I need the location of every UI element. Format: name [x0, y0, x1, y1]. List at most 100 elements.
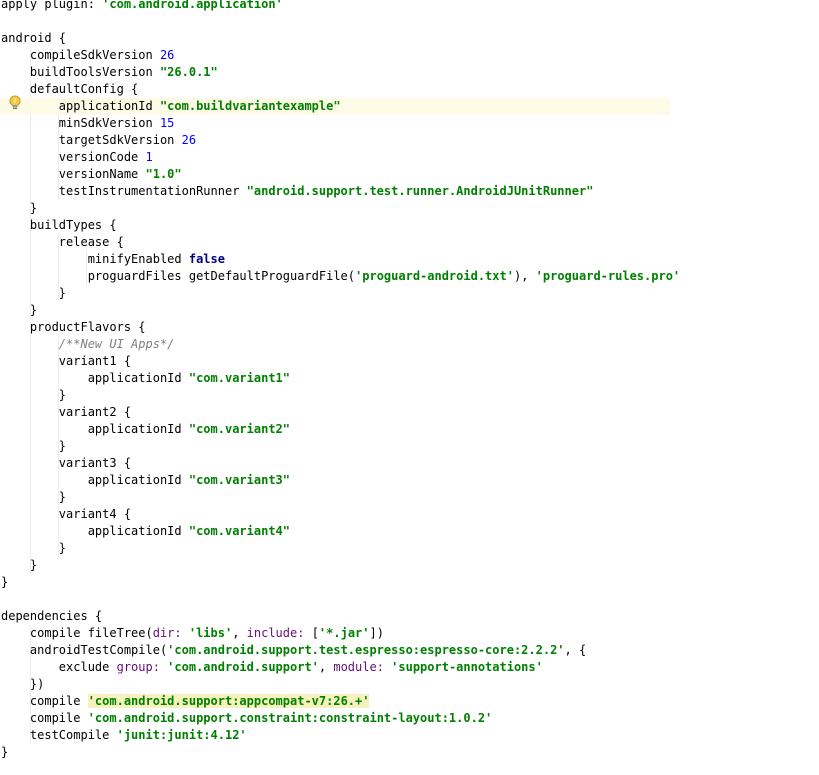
code-token: include:: [246, 626, 312, 640]
code-line-text: }: [1, 744, 8, 761]
code-token: 'com.android.support.constraint:constrai…: [87, 711, 493, 725]
lightbulb-icon[interactable]: [8, 95, 22, 111]
code-line[interactable]: }: [0, 540, 819, 557]
code-token: 'libs': [188, 626, 233, 640]
code-token: 'support-annotations': [391, 660, 543, 674]
code-line[interactable]: }: [0, 200, 819, 217]
code-line[interactable]: [0, 591, 819, 608]
code-token: "com.variant4": [188, 524, 290, 538]
code-token: dependencies {: [1, 609, 103, 623]
code-token: release {: [1, 235, 124, 249]
code-line[interactable]: release {: [0, 234, 819, 251]
code-line[interactable]: versionCode 1: [0, 149, 819, 166]
code-token: productFlavors {: [1, 320, 146, 334]
code-line[interactable]: testInstrumentationRunner "android.suppo…: [0, 183, 819, 200]
code-line[interactable]: }: [0, 744, 819, 761]
code-line[interactable]: variant4 {: [0, 506, 819, 523]
code-line-text: productFlavors {: [1, 319, 146, 336]
code-line[interactable]: dependencies {: [0, 608, 819, 625]
code-line[interactable]: proguardFiles getDefaultProguardFile('pr…: [0, 268, 819, 285]
code-line[interactable]: applicationId "com.variant2": [0, 421, 819, 438]
code-token: compile: [1, 694, 88, 708]
code-token: ,: [318, 660, 334, 674]
code-token: applicationId: [1, 99, 160, 113]
code-line-text: testCompile 'junit:junit:4.12': [1, 727, 247, 744]
code-line[interactable]: minifyEnabled false: [0, 251, 819, 268]
code-line-text: variant1 {: [1, 353, 131, 370]
code-line-text: compile 'com.android.support.constraint:…: [1, 710, 492, 727]
code-line[interactable]: versionName "1.0": [0, 166, 819, 183]
code-line-text: }: [1, 540, 66, 557]
code-token: }: [1, 286, 67, 300]
code-line[interactable]: defaultConfig {: [0, 81, 819, 98]
code-token: buildToolsVersion: [1, 65, 160, 79]
code-line[interactable]: applicationId "com.buildvariantexample": [0, 98, 819, 115]
code-line[interactable]: productFlavors {: [0, 319, 819, 336]
code-token: "com.buildvariantexample": [159, 99, 341, 113]
code-line-text: applicationId "com.buildvariantexample": [1, 98, 341, 115]
code-line[interactable]: variant1 {: [0, 353, 819, 370]
code-token: false: [188, 252, 225, 266]
code-line[interactable]: exclude group: 'com.android.support', mo…: [0, 659, 819, 676]
code-token: 'com.android.support.test.espresso:espre…: [167, 643, 565, 657]
code-line-text: androidTestCompile('com.android.support.…: [1, 642, 586, 659]
code-line[interactable]: }: [0, 387, 819, 404]
code-token: }: [1, 303, 38, 317]
code-token: android {: [1, 31, 67, 45]
code-line[interactable]: androidTestCompile('com.android.support.…: [0, 642, 819, 659]
code-line-text: applicationId "com.variant3": [1, 472, 290, 489]
code-line-text: variant4 {: [1, 506, 131, 523]
code-line[interactable]: compile fileTree(dir: 'libs', include: […: [0, 625, 819, 642]
code-token: 'com.android.application': [102, 0, 283, 11]
code-line-text: proguardFiles getDefaultProguardFile('pr…: [1, 268, 680, 285]
code-line[interactable]: apply plugin: 'com.android.application': [0, 0, 819, 13]
code-line-text: targetSdkVersion 26: [1, 132, 196, 149]
code-line-text: }: [1, 489, 66, 506]
code-line[interactable]: compile 'com.android.support.constraint:…: [0, 710, 819, 727]
code-editor[interactable]: apply plugin: 'com.android.application' a…: [0, 0, 819, 775]
code-line[interactable]: }: [0, 489, 819, 506]
code-token: compile fileTree(: [1, 626, 153, 640]
code-token: variant3 {: [1, 456, 132, 470]
code-line[interactable]: targetSdkVersion 26: [0, 132, 819, 149]
code-line[interactable]: }: [0, 557, 819, 574]
code-line[interactable]: }: [0, 285, 819, 302]
code-line[interactable]: buildToolsVersion "26.0.1": [0, 64, 819, 81]
code-token: testInstrumentationRunner: [1, 184, 247, 198]
code-token: /**New UI Apps*/: [58, 337, 175, 351]
code-token: "26.0.1": [159, 65, 218, 79]
code-line[interactable]: /**New UI Apps*/: [0, 336, 819, 353]
code-token: }: [1, 439, 67, 453]
code-token: applicationId: [1, 371, 189, 385]
code-line[interactable]: }: [0, 574, 819, 591]
code-line-text: buildToolsVersion "26.0.1": [1, 64, 218, 81]
code-line[interactable]: applicationId "com.variant3": [0, 472, 819, 489]
code-line-text: /**New UI Apps*/: [1, 336, 175, 353]
code-token: module:: [333, 660, 392, 674]
code-token: }: [1, 575, 9, 589]
code-line[interactable]: compile 'com.android.support:appcompat-v…: [0, 693, 819, 710]
code-line[interactable]: applicationId "com.variant1": [0, 370, 819, 387]
code-line-text: minifyEnabled false: [1, 251, 225, 268]
code-token: variant4 {: [1, 507, 132, 521]
code-token: "com.variant2": [188, 422, 290, 436]
code-line[interactable]: compileSdkVersion 26: [0, 47, 819, 64]
code-line[interactable]: testCompile 'junit:junit:4.12': [0, 727, 819, 744]
code-line-text: minSdkVersion 15: [1, 115, 175, 132]
code-line[interactable]: variant3 {: [0, 455, 819, 472]
code-token: apply plugin:: [1, 0, 103, 11]
code-token: [: [311, 626, 319, 640]
code-line[interactable]: buildTypes {: [0, 217, 819, 234]
code-token: "1.0": [145, 167, 182, 181]
code-token: minSdkVersion: [1, 116, 160, 130]
code-line[interactable]: [0, 13, 819, 30]
code-token: }: [1, 388, 67, 402]
code-line[interactable]: applicationId "com.variant4": [0, 523, 819, 540]
code-line[interactable]: minSdkVersion 15: [0, 115, 819, 132]
code-line[interactable]: }: [0, 302, 819, 319]
code-line[interactable]: variant2 {: [0, 404, 819, 421]
code-line[interactable]: }: [0, 438, 819, 455]
code-line[interactable]: }): [0, 676, 819, 693]
code-token: targetSdkVersion: [1, 133, 182, 147]
code-line[interactable]: android {: [0, 30, 819, 47]
